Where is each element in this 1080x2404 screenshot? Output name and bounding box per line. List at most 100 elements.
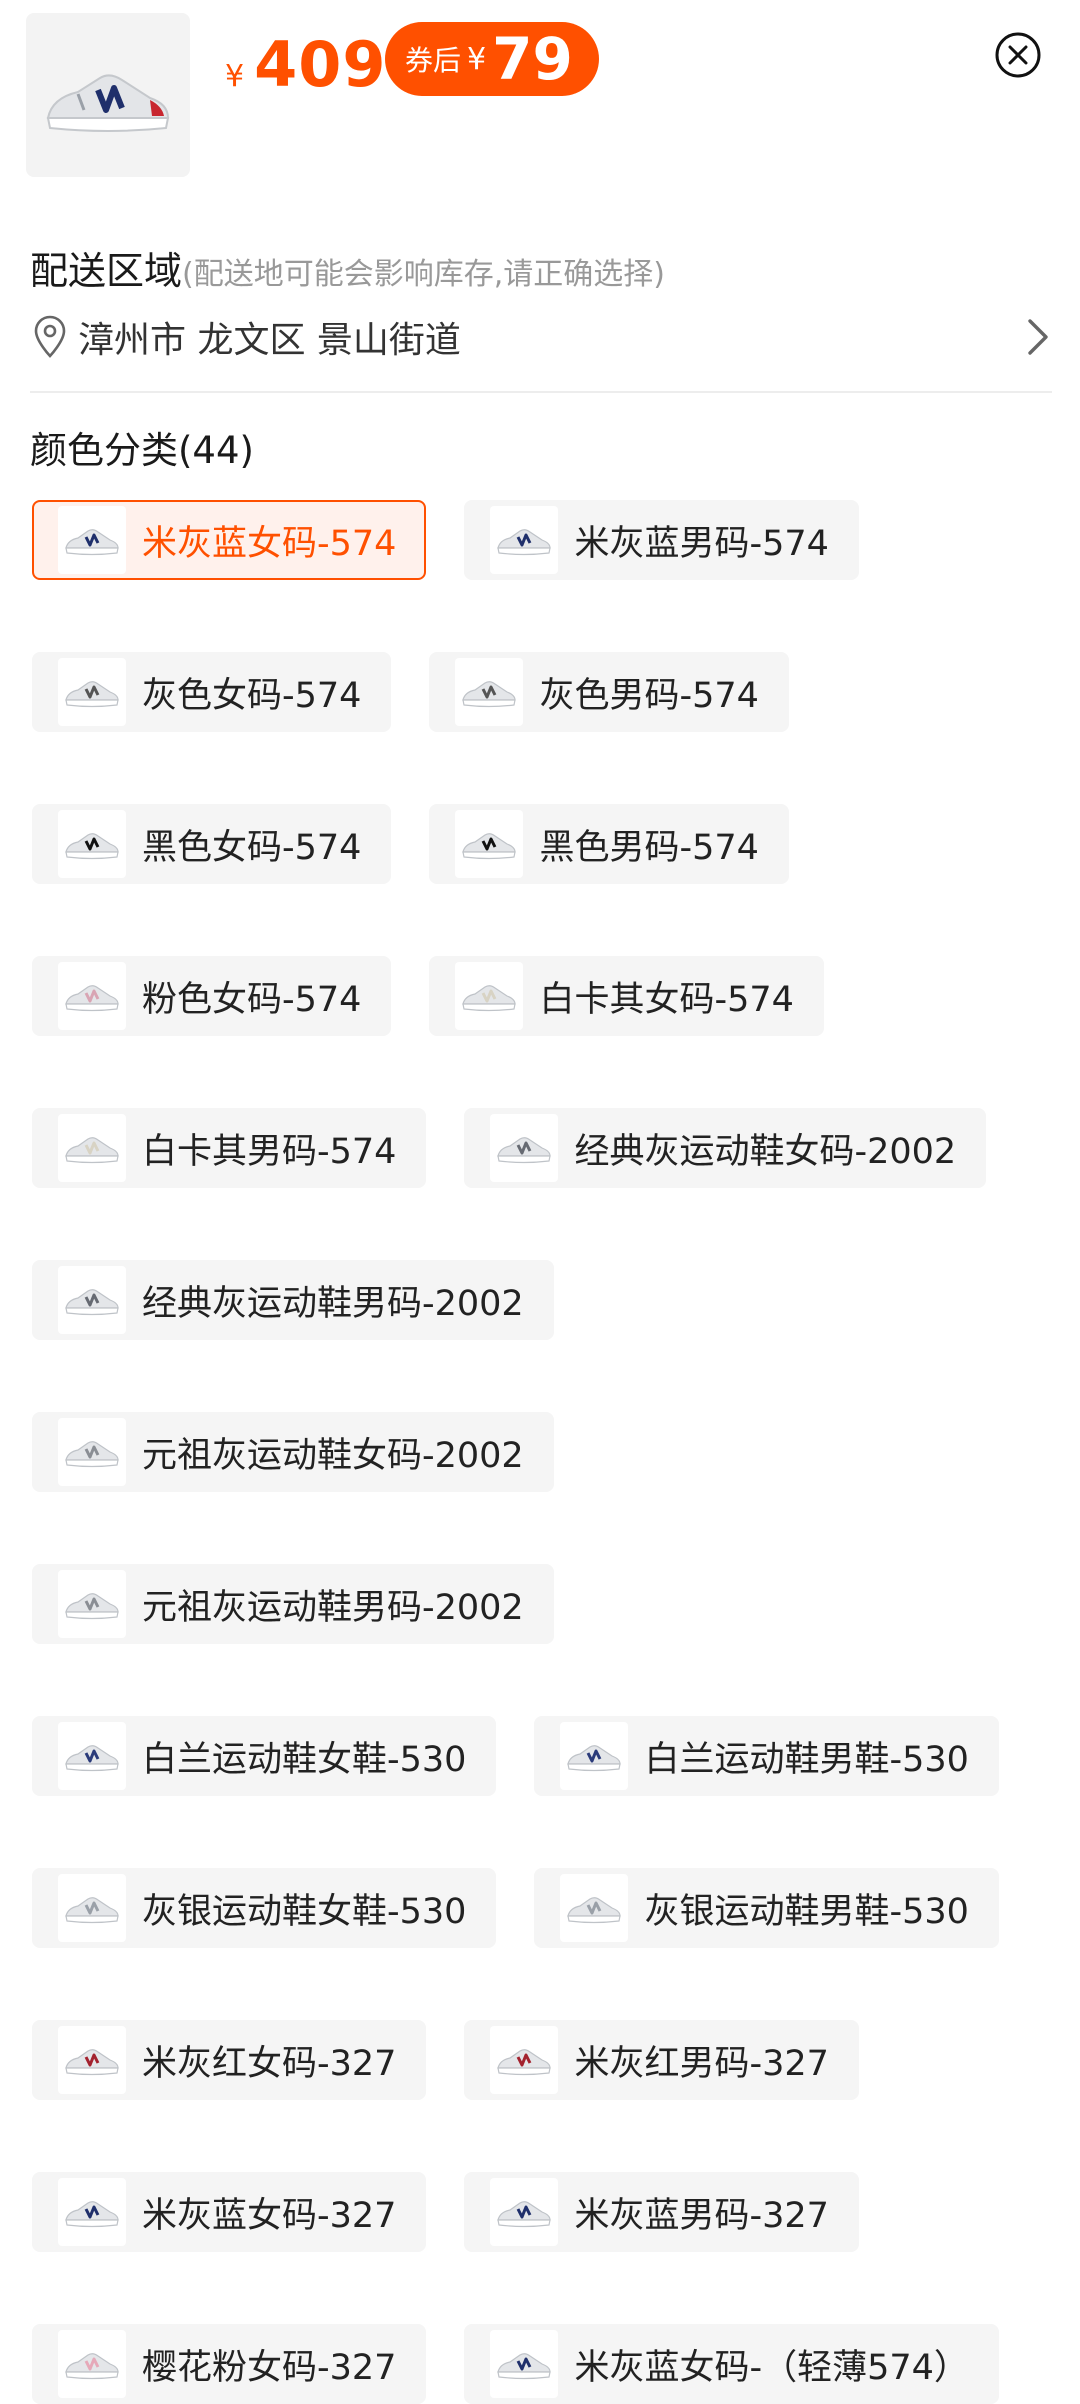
color-option-label: 米灰蓝女码-574: [142, 523, 397, 564]
sku-header: ¥ 409 券后 ¥ 79: [0, 0, 1080, 190]
option-thumbnail: [455, 658, 524, 726]
shoe-icon: [462, 985, 517, 1012]
color-option[interactable]: 灰色女码-574: [32, 652, 392, 732]
color-option-label: 粉色女码-574: [142, 979, 362, 1020]
section-divider: [30, 391, 1052, 393]
color-option-label: 经典灰运动鞋男码-2002: [142, 1283, 524, 1324]
address-text: 漳州市 龙文区 景山街道: [78, 320, 461, 361]
option-thumbnail: [455, 962, 524, 1030]
color-option[interactable]: 黑色女码-574: [32, 804, 392, 884]
color-option[interactable]: 灰色男码-574: [429, 652, 789, 732]
color-option[interactable]: 元祖灰运动鞋女码-2002: [32, 1412, 554, 1492]
color-option-label: 元祖灰运动鞋男码-2002: [142, 1587, 524, 1628]
color-option-label: 黑色女码-574: [142, 827, 362, 868]
color-option-label: 白兰运动鞋男鞋-530: [644, 1739, 969, 1780]
option-thumbnail: [560, 1722, 629, 1790]
color-options-list: 米灰蓝女码-574 米灰蓝男码-574 灰色女码-574 灰色男码-574 黑色女码-5…: [32, 500, 1052, 2404]
color-option-label: 米灰红男码-327: [574, 2043, 829, 2084]
shoe-icon: [497, 2049, 552, 2076]
shoe-icon: [65, 529, 119, 556]
option-thumbnail: [58, 2178, 126, 2246]
delivery-title: 配送区域: [30, 249, 183, 293]
shoe-icon: [567, 1745, 622, 1772]
color-option-label: 白卡其女码-574: [539, 979, 794, 1020]
price-value: 409: [254, 28, 387, 101]
option-thumbnail: [58, 2026, 126, 2094]
color-option[interactable]: 米灰蓝女码-（轻薄574）: [464, 2324, 999, 2404]
color-option-label: 元祖灰运动鞋女码-2002: [142, 1435, 524, 1476]
color-option[interactable]: 灰银运动鞋男鞋-530: [534, 1868, 999, 1948]
option-thumbnail: [58, 962, 126, 1030]
shoe-icon: [65, 2049, 119, 2076]
coupon-currency: ¥: [467, 41, 487, 77]
shoe-icon: [65, 1745, 119, 1772]
color-option[interactable]: 白卡其女码-574: [429, 956, 824, 1036]
color-option-label: 米灰蓝男码-327: [574, 2195, 829, 2236]
color-option[interactable]: 白卡其男码-574: [32, 1108, 427, 1188]
option-thumbnail: [490, 2026, 559, 2094]
color-option[interactable]: 元祖灰运动鞋男码-2002: [32, 1564, 554, 1644]
color-option[interactable]: 米灰蓝女码-574: [32, 500, 427, 580]
color-option-label: 白卡其男码-574: [142, 1131, 397, 1172]
shoe-icon: [65, 1289, 119, 1316]
option-thumbnail: [490, 506, 559, 574]
shoe-icon: [65, 1137, 119, 1164]
close-button[interactable]: [993, 30, 1043, 80]
color-option-label: 樱花粉女码-327: [142, 2347, 397, 2388]
color-option[interactable]: 经典灰运动鞋女码-2002: [464, 1108, 987, 1188]
shoe-icon: [497, 529, 552, 556]
option-thumbnail: [58, 810, 126, 878]
color-option[interactable]: 白兰运动鞋女鞋-530: [32, 1716, 497, 1796]
shoe-icon: [65, 985, 119, 1012]
option-thumbnail: [58, 506, 126, 574]
color-option[interactable]: 粉色女码-574: [32, 956, 392, 1036]
color-option-label: 灰银运动鞋男鞋-530: [644, 1891, 969, 1932]
color-option[interactable]: 米灰红男码-327: [464, 2020, 859, 2100]
option-thumbnail: [58, 658, 126, 726]
option-thumbnail: [490, 2178, 559, 2246]
color-option-label: 经典灰运动鞋女码-2002: [574, 1131, 957, 1172]
shoe-icon: [497, 1137, 552, 1164]
shoe-icon: [65, 2353, 119, 2380]
color-option[interactable]: 经典灰运动鞋男码-2002: [32, 1260, 554, 1340]
color-option[interactable]: 米灰蓝男码-327: [464, 2172, 859, 2252]
color-option-label: 米灰蓝女码-327: [142, 2195, 397, 2236]
shoe-icon: [65, 2201, 119, 2228]
shoe-icon: [65, 1897, 119, 1924]
color-option[interactable]: 灰银运动鞋女鞋-530: [32, 1868, 497, 1948]
shoe-icon: [567, 1897, 622, 1924]
option-thumbnail: [58, 1114, 126, 1182]
shoe-icon: [65, 833, 119, 860]
color-option[interactable]: 黑色男码-574: [429, 804, 789, 884]
color-option[interactable]: 米灰蓝女码-327: [32, 2172, 427, 2252]
color-option-label: 米灰蓝女码-（轻薄574）: [574, 2347, 969, 2388]
color-option-label: 黑色男码-574: [539, 827, 759, 868]
color-option-label: 米灰红女码-327: [142, 2043, 397, 2084]
color-option-label: 灰色男码-574: [539, 675, 759, 716]
shoe-icon: [65, 1441, 119, 1468]
shoe-icon: [462, 833, 517, 860]
product-thumbnail[interactable]: [26, 13, 190, 177]
option-thumbnail: [58, 1722, 126, 1790]
option-thumbnail: [560, 1874, 629, 1942]
option-thumbnail: [58, 1874, 126, 1942]
color-option[interactable]: 樱花粉女码-327: [32, 2324, 427, 2404]
color-option-label: 灰色女码-574: [142, 675, 362, 716]
color-option[interactable]: 米灰蓝男码-574: [464, 500, 859, 580]
shoe-icon: [462, 681, 517, 708]
color-option[interactable]: 米灰红女码-327: [32, 2020, 427, 2100]
coupon-price-value: 79: [492, 25, 573, 93]
original-price: ¥ 409: [225, 28, 387, 101]
option-thumbnail: [490, 1114, 559, 1182]
price-currency: ¥: [225, 59, 245, 94]
address-selector[interactable]: 漳州市 龙文区 景山街道: [30, 303, 1052, 371]
delivery-hint: (配送地可能会影响库存,请正确选择): [182, 257, 665, 292]
color-option[interactable]: 白兰运动鞋男鞋-530: [534, 1716, 999, 1796]
close-icon: [995, 32, 1041, 78]
shoe-icon: [497, 2353, 552, 2380]
option-thumbnail: [58, 1570, 126, 1638]
color-category-title: 颜色分类(44): [30, 429, 254, 472]
coupon-label: 券后: [405, 44, 462, 77]
option-thumbnail: [58, 2330, 126, 2398]
option-thumbnail: [455, 810, 524, 878]
